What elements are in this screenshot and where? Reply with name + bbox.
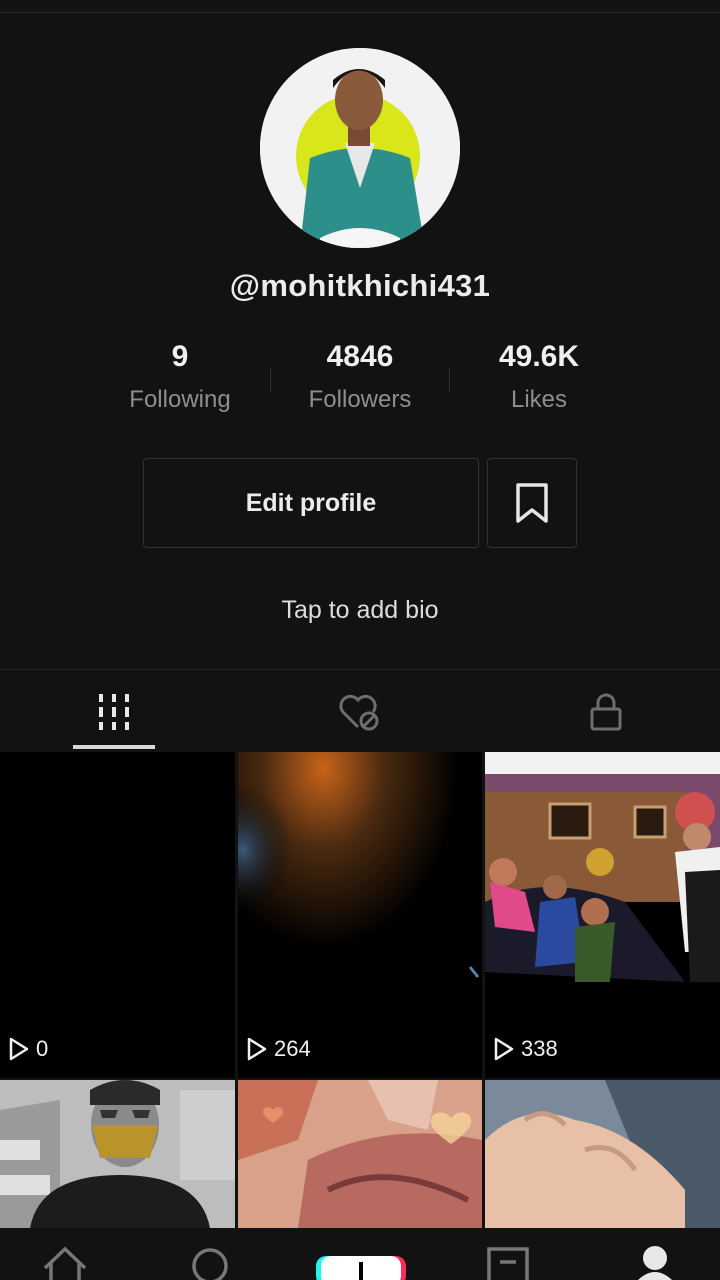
followers-label: Followers	[308, 386, 412, 413]
inbox-icon[interactable]	[486, 1246, 530, 1280]
favorites-button[interactable]	[487, 458, 577, 548]
tab-liked[interactable]	[320, 680, 400, 744]
bottom-navigation	[0, 1228, 720, 1280]
view-count: 338	[493, 1036, 558, 1062]
following-count: 9	[171, 340, 189, 373]
tabs-divider	[0, 669, 720, 670]
view-count-label: 264	[274, 1036, 311, 1061]
active-tab-indicator	[73, 745, 155, 749]
video-thumbnail[interactable]	[0, 1080, 235, 1228]
video-thumbnail[interactable]	[238, 1080, 482, 1228]
avatar[interactable]	[260, 48, 460, 248]
following-label: Following	[129, 386, 231, 413]
view-count: 0	[8, 1036, 48, 1062]
lock-icon	[590, 693, 622, 731]
search-icon[interactable]	[190, 1246, 230, 1280]
view-count-label: 338	[521, 1036, 558, 1061]
tab-videos[interactable]	[74, 680, 154, 744]
stat-followers[interactable]: 4846 Followers	[270, 340, 450, 414]
stat-likes[interactable]: 49.6K Likes	[449, 340, 629, 414]
grid-icon	[99, 694, 129, 730]
top-divider	[0, 12, 720, 13]
play-icon	[9, 1037, 29, 1061]
create-plus-icon[interactable]	[316, 1256, 406, 1280]
play-icon	[494, 1037, 514, 1061]
video-thumbnail[interactable]	[485, 1080, 720, 1228]
likes-count: 49.6K	[498, 340, 580, 373]
video-thumbnail[interactable]: 0	[0, 752, 235, 1078]
followers-count: 4846	[326, 340, 394, 373]
stat-following[interactable]: 9 Following	[90, 340, 270, 414]
tab-private[interactable]	[566, 680, 646, 744]
profile-icon[interactable]	[638, 1246, 672, 1280]
view-count: 264	[246, 1036, 311, 1062]
video-thumbnail[interactable]: 264	[238, 752, 482, 1078]
likes-label: Likes	[510, 386, 568, 413]
play-icon	[247, 1037, 267, 1061]
liked-hidden-icon	[339, 694, 379, 731]
view-count-label: 0	[36, 1036, 49, 1061]
bookmark-icon	[516, 483, 548, 523]
edit-profile-button[interactable]: Edit profile	[143, 458, 479, 548]
video-thumbnail[interactable]: 338	[485, 752, 720, 1078]
add-bio-link[interactable]: Tap to add bio	[0, 596, 720, 625]
username: @mohitkhichi431	[229, 268, 491, 303]
home-icon[interactable]	[42, 1246, 88, 1280]
